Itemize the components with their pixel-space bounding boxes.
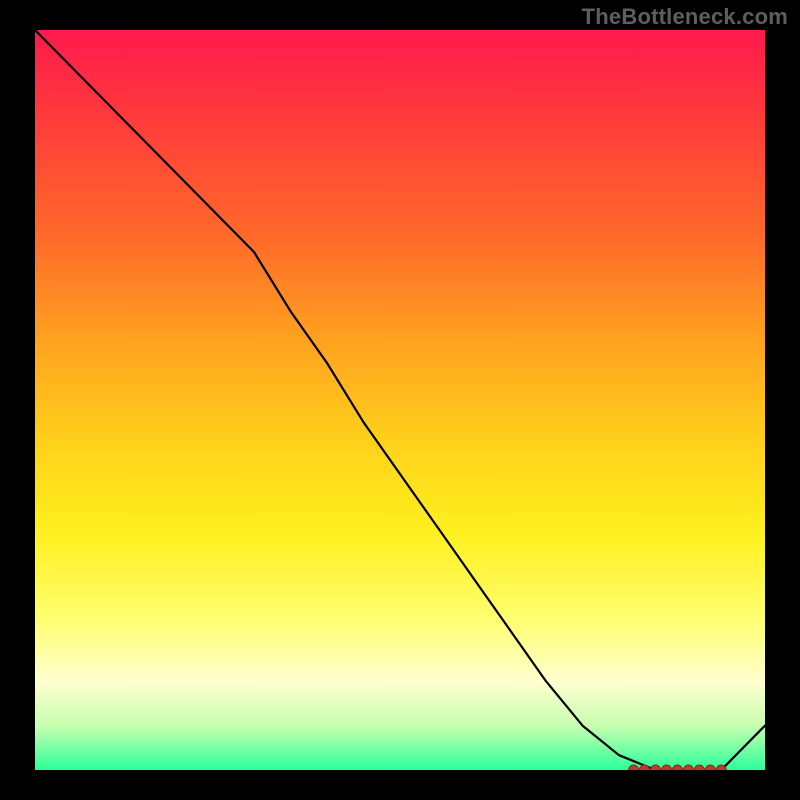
chart-frame: TheBottleneck.com [0, 0, 800, 800]
chart-marker [651, 765, 661, 770]
chart-marker [683, 765, 693, 770]
chart-markers [629, 765, 727, 770]
chart-svg [35, 30, 765, 770]
chart-marker [705, 765, 715, 770]
chart-marker [662, 765, 672, 770]
watermark-text: TheBottleneck.com [582, 4, 788, 30]
plot-area [35, 30, 765, 770]
chart-marker [640, 765, 650, 770]
chart-marker [629, 765, 639, 770]
chart-marker [672, 765, 682, 770]
chart-marker [694, 765, 704, 770]
chart-line [35, 30, 765, 770]
